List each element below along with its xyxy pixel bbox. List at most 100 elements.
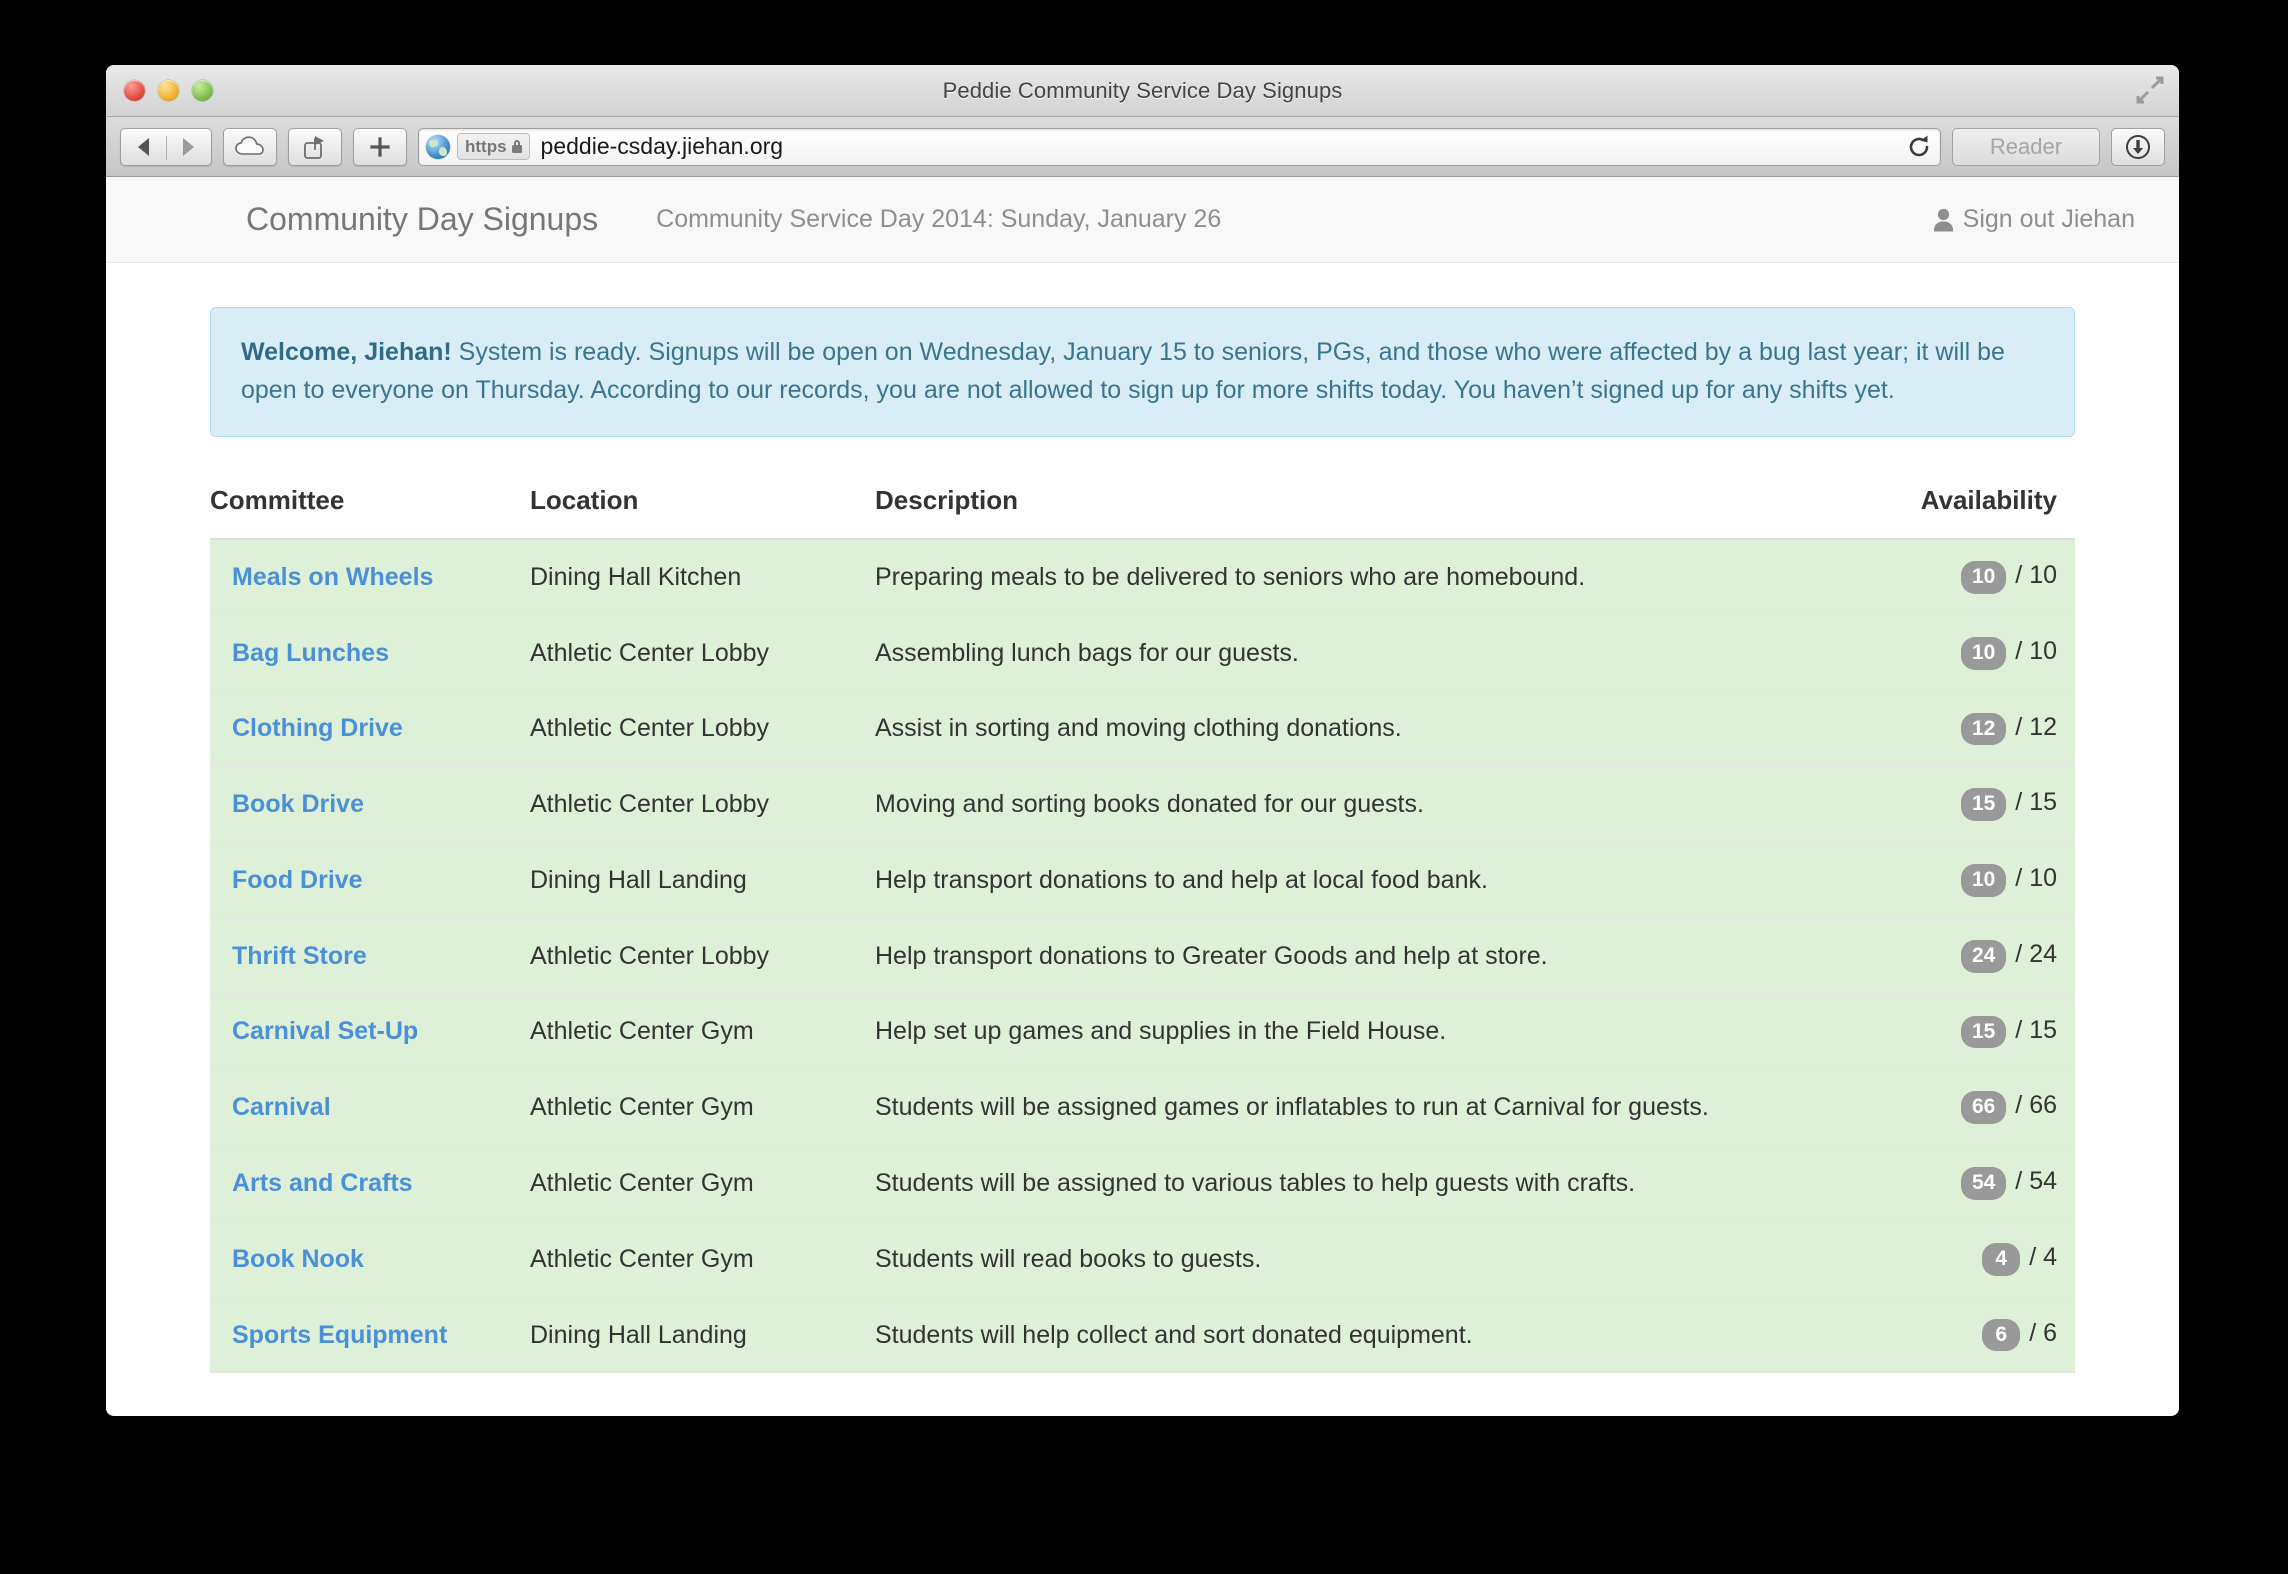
alert-message: System is ready. Signups will be open on… (241, 338, 2005, 404)
availability-total: / 12 (2015, 712, 2057, 741)
cell-availability: 10 / 10 (1895, 615, 2075, 692)
cell-description: Assist in sorting and moving clothing do… (875, 691, 1895, 768)
committee-link[interactable]: Bag Lunches (232, 639, 389, 667)
minimize-window-button[interactable] (158, 80, 179, 101)
cell-description: Students will read books to guests. (875, 1221, 1895, 1298)
cell-location: Dining Hall Landing (530, 1297, 875, 1374)
committee-link[interactable]: Carnival (232, 1093, 331, 1121)
downloads-button[interactable] (2111, 127, 2165, 166)
close-window-button[interactable] (124, 80, 145, 101)
availability-badge: 10 (1960, 636, 2007, 670)
availability-badge: 15 (1960, 788, 2007, 822)
table-head: Committee Location Description Availabil… (210, 485, 2075, 540)
cell-description: Help transport donations to and help at … (875, 842, 1895, 919)
cell-availability: 66 / 66 (1895, 1069, 2075, 1147)
table-row[interactable]: Food Drive Dining Hall Landing Help transp… (210, 842, 2075, 919)
site-brand[interactable]: Community Day Signups (144, 201, 598, 238)
window-title: Peddie Community Service Day Signups (942, 77, 1343, 103)
table-row[interactable]: Thrift Store Athletic Center Lobby Help tr… (210, 918, 2075, 995)
cell-committee: Sports Equipment (210, 1297, 530, 1374)
committees-table: Committee Location Description Availabil… (210, 485, 2075, 1374)
cell-location: Athletic Center Lobby (530, 691, 875, 768)
table-row[interactable]: Arts and Crafts Athletic Center Gym Studen… (210, 1145, 2075, 1222)
table-row[interactable]: Carnival Athletic Center Gym Students will… (210, 1069, 2075, 1147)
address-bar[interactable]: https peddie-csday.jiehan.org (418, 127, 1941, 166)
forward-arrow-icon (183, 137, 194, 156)
column-header-committee: Committee (210, 485, 530, 540)
cell-description: Assembling lunch bags for our guests. (875, 615, 1895, 692)
committee-link[interactable]: Meals on Wheels (232, 563, 433, 591)
main-container: Welcome, Jiehan! System is ready. Signup… (106, 263, 2179, 1374)
fullscreen-icon[interactable] (2135, 75, 2165, 105)
cell-availability: 10 / 10 (1895, 842, 2075, 919)
share-button[interactable] (288, 127, 342, 166)
cell-committee: Clothing Drive (210, 691, 530, 768)
reader-button[interactable]: Reader (1952, 127, 2100, 166)
availability-total: / 15 (2015, 1015, 2057, 1044)
sign-out-link[interactable]: Sign out Jiehan (1933, 205, 2135, 234)
availability-total: / 4 (2029, 1242, 2057, 1271)
back-arrow-icon (138, 137, 149, 156)
table-header-row: Committee Location Description Availabil… (210, 485, 2075, 540)
cell-location: Dining Hall Kitchen (530, 539, 875, 616)
cell-committee: Book Drive (210, 766, 530, 844)
table-row[interactable]: Carnival Set-Up Athletic Center Gym Help s… (210, 994, 2075, 1071)
cell-location: Athletic Center Lobby (530, 766, 875, 844)
window-titlebar: Peddie Community Service Day Signups (106, 65, 2179, 117)
table-row[interactable]: Meals on Wheels Dining Hall Kitchen Prepar… (210, 539, 2075, 616)
download-icon (2126, 134, 2150, 159)
cell-committee: Carnival Set-Up (210, 994, 530, 1071)
availability-badge: 54 (1960, 1167, 2007, 1200)
cell-availability: 24 / 24 (1895, 918, 2075, 995)
cell-location: Athletic Center Lobby (530, 615, 875, 692)
committee-link[interactable]: Carnival Set-Up (232, 1017, 418, 1045)
column-header-description: Description (875, 485, 1895, 540)
cell-committee: Bag Lunches (210, 615, 530, 692)
cell-location: Athletic Center Gym (530, 1069, 875, 1147)
committee-link[interactable]: Thrift Store (232, 942, 367, 970)
table-row[interactable]: Sports Equipment Dining Hall Landing Stude… (210, 1297, 2075, 1374)
table-body: Meals on Wheels Dining Hall Kitchen Prepar… (210, 539, 2075, 1374)
new-tab-button[interactable] (353, 127, 407, 166)
committee-link[interactable]: Food Drive (232, 866, 363, 894)
table-row[interactable]: Clothing Drive Athletic Center Lobby Assis… (210, 691, 2075, 768)
committee-link[interactable]: Clothing Drive (232, 714, 403, 742)
https-label: https (465, 136, 507, 156)
cell-location: Athletic Center Lobby (530, 918, 875, 995)
forward-button[interactable] (166, 137, 211, 156)
table-row[interactable]: Book Drive Athletic Center Lobby Moving an… (210, 766, 2075, 844)
cell-availability: 6 / 6 (1895, 1297, 2075, 1374)
reload-icon (1909, 135, 1929, 156)
cell-availability: 4 / 4 (1895, 1221, 2075, 1298)
availability-total: / 54 (2015, 1167, 2057, 1196)
cell-description: Students will help collect and sort dona… (875, 1297, 1895, 1374)
availability-total: / 15 (2015, 788, 2057, 817)
zoom-window-button[interactable] (192, 80, 213, 101)
cell-description: Students will be assigned games or infla… (875, 1069, 1895, 1147)
committee-link[interactable]: Arts and Crafts (232, 1169, 413, 1197)
cell-location: Athletic Center Gym (530, 1221, 875, 1298)
cloud-icon (235, 136, 264, 155)
availability-badge: 4 (1982, 1242, 2021, 1276)
plus-icon (370, 136, 390, 157)
availability-badge: 66 (1960, 1091, 2007, 1125)
availability-total: / 66 (2015, 1091, 2057, 1120)
cell-availability: 15 / 15 (1895, 766, 2075, 844)
committee-link[interactable]: Book Nook (232, 1245, 364, 1273)
column-header-location: Location (530, 485, 875, 540)
sign-out-label: Sign out Jiehan (1962, 205, 2135, 233)
table-row[interactable]: Bag Lunches Athletic Center Lobby Assembli… (210, 615, 2075, 692)
availability-total: / 6 (2029, 1318, 2057, 1347)
share-icon (303, 135, 324, 159)
cell-description: Help set up games and supplies in the Fi… (875, 994, 1895, 1071)
table-row[interactable]: Book Nook Athletic Center Gym Students wil… (210, 1221, 2075, 1298)
globe-icon (426, 134, 450, 159)
back-button[interactable] (121, 137, 166, 156)
icloud-tabs-button[interactable] (223, 127, 277, 166)
committee-link[interactable]: Book Drive (232, 790, 364, 818)
committee-link[interactable]: Sports Equipment (232, 1321, 447, 1349)
reload-button[interactable] (1902, 130, 1936, 164)
url-text[interactable]: peddie-csday.jiehan.org (541, 133, 1902, 160)
browser-toolbar: https peddie-csday.jiehan.org Reader (106, 117, 2179, 177)
availability-badge: 24 (1960, 939, 2007, 973)
